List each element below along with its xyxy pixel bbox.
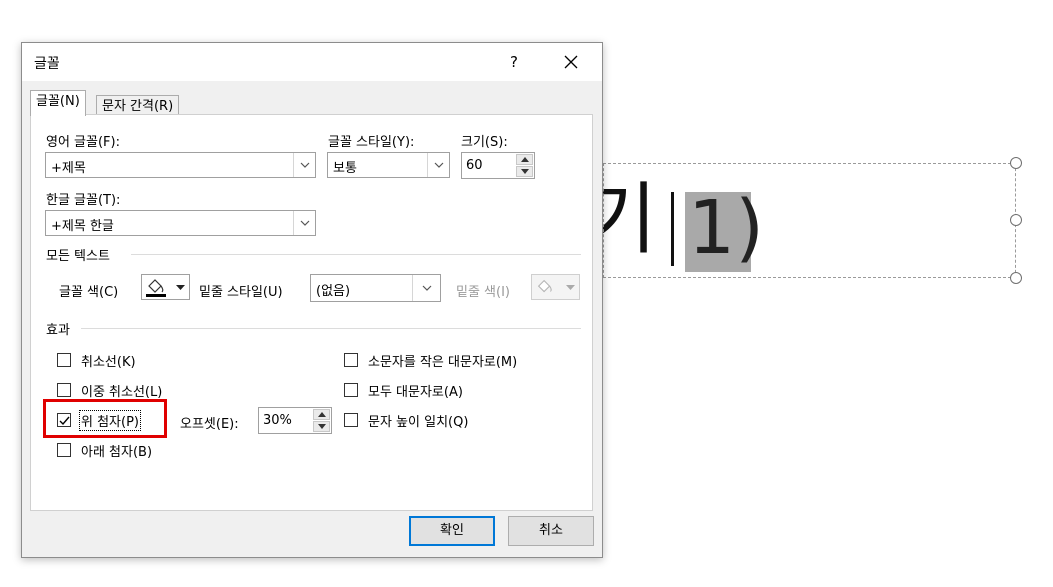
font-style-combo[interactable]: 보통 [327, 152, 450, 178]
cancel-button[interactable]: 취소 [508, 516, 594, 546]
dialog-title-bar: 글꼴 ? [22, 43, 602, 81]
size-value: 60 [466, 158, 483, 173]
offset-spinner[interactable]: 30% [258, 407, 332, 434]
all-caps-label[interactable]: 모두 대문자로(A) [368, 381, 463, 400]
english-font-combo[interactable]: +제목 [45, 152, 316, 178]
triangle-down-icon [521, 169, 529, 174]
font-dialog: 글꼴 ? 글꼴(N) 문자 간격(R) 영어 글꼴(F): +제목 글꼴 스타일… [21, 42, 603, 558]
offset-label: 오프셋(E): [180, 417, 239, 432]
chevron-down-icon [300, 162, 310, 168]
english-font-value: +제목 [51, 161, 86, 176]
slide-text-box[interactable] [603, 163, 1016, 278]
resize-handle-top-right[interactable] [1010, 157, 1022, 169]
chevron-down-icon [434, 162, 444, 168]
all-text-divider [131, 254, 581, 255]
small-caps-label[interactable]: 소문자를 작은 대문자로(M) [368, 351, 517, 370]
close-icon [564, 55, 578, 69]
korean-font-combo[interactable]: +제목 한글 [45, 210, 316, 236]
offset-increase-button[interactable] [313, 409, 330, 420]
subscript-checkbox[interactable] [57, 443, 71, 457]
help-button[interactable]: ? [500, 47, 528, 77]
underline-style-dropdown[interactable] [412, 275, 440, 301]
korean-font-value: +제목 한글 [51, 219, 114, 234]
resize-handle-bottom-right[interactable] [1010, 272, 1022, 284]
size-decrease-button[interactable] [516, 166, 533, 177]
size-label: 크기(S): [461, 135, 508, 150]
font-style-dropdown[interactable] [427, 153, 449, 177]
triangle-down-icon [318, 424, 326, 429]
offset-value: 30% [263, 413, 292, 428]
paint-bucket-icon [537, 279, 552, 293]
triangle-up-icon [318, 412, 326, 417]
font-tab-panel: 영어 글꼴(F): +제목 글꼴 스타일(Y): 보통 크기(S): 60 한글… [30, 114, 593, 511]
all-caps-checkbox[interactable] [344, 383, 358, 397]
double-strikethrough-label[interactable]: 이중 취소선(L) [81, 381, 162, 400]
close-button[interactable] [554, 47, 588, 77]
resize-handle-right[interactable] [1010, 214, 1022, 226]
chevron-down-icon [300, 220, 310, 226]
caret-down-icon [566, 285, 575, 290]
tab-font[interactable]: 글꼴(N) [30, 90, 86, 116]
caret-down-icon [176, 285, 185, 290]
underline-color-label: 밑줄 색(I) [456, 285, 510, 300]
underline-color-button[interactable] [531, 274, 580, 300]
size-spinner[interactable]: 60 [461, 152, 535, 179]
small-caps-checkbox[interactable] [344, 353, 358, 367]
size-increase-button[interactable] [516, 154, 533, 165]
strikethrough-checkbox[interactable] [57, 353, 71, 367]
effects-divider [81, 328, 581, 329]
paint-bucket-icon [146, 279, 166, 297]
font-color-button[interactable] [141, 274, 190, 300]
effects-section-label: 효과 [46, 323, 70, 338]
offset-decrease-button[interactable] [313, 421, 330, 432]
underline-style-label: 밑줄 스타일(U) [199, 285, 283, 300]
superscript-highlight-box [43, 399, 167, 438]
equalize-height-label[interactable]: 문자 높이 일치(Q) [368, 411, 468, 430]
underline-style-combo[interactable]: (없음) [310, 274, 441, 302]
english-font-dropdown[interactable] [293, 153, 315, 177]
chevron-down-icon [422, 285, 432, 291]
english-font-label: 영어 글꼴(F): [46, 135, 120, 150]
equalize-height-checkbox[interactable] [344, 413, 358, 427]
triangle-up-icon [521, 157, 529, 162]
all-text-section-label: 모든 텍스트 [46, 249, 110, 264]
font-style-label: 글꼴 스타일(Y): [328, 135, 415, 150]
subscript-label[interactable]: 아래 첨자(B) [81, 441, 152, 460]
korean-font-label: 한글 글꼴(T): [46, 193, 121, 208]
underline-style-value: (없음) [316, 284, 351, 299]
ok-button[interactable]: 확인 [409, 516, 495, 546]
dialog-title: 글꼴 [34, 56, 60, 72]
double-strikethrough-checkbox[interactable] [57, 383, 71, 397]
font-style-value: 보통 [333, 161, 357, 176]
font-color-label: 글꼴 색(C) [59, 285, 119, 300]
korean-font-dropdown[interactable] [293, 211, 315, 235]
strikethrough-label[interactable]: 취소선(K) [81, 351, 136, 370]
